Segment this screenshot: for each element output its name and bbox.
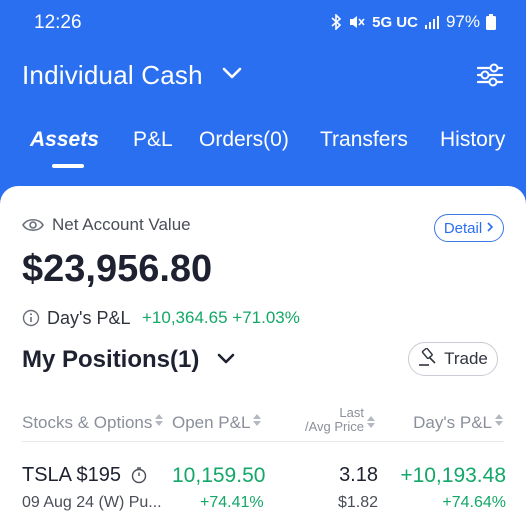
signal-icon <box>424 15 440 29</box>
clock-icon <box>130 466 148 489</box>
status-indicators: 5G UC 97% <box>330 12 496 32</box>
column-day-pl[interactable]: Day's P&L <box>413 412 504 433</box>
sort-icon[interactable] <box>366 414 376 435</box>
net-account-value: $23,956.80 <box>22 248 213 290</box>
position-day-pl-pct: +74.64% <box>442 494 506 511</box>
day-pl-percent: +71.03% <box>232 308 300 327</box>
status-time: 12:26 <box>34 12 82 33</box>
filter-settings-icon[interactable] <box>476 62 504 93</box>
account-selector[interactable]: Individual Cash <box>22 60 203 91</box>
tab-pl[interactable]: P&L <box>133 128 173 152</box>
account-tabs: Assets P&L Orders(0) Transfers History <box>0 124 526 168</box>
tab-assets[interactable]: Assets <box>30 128 99 152</box>
day-pl-label: Day's P&L <box>47 308 131 328</box>
column-day-pl-label: Day's P&L <box>413 412 492 432</box>
sort-icon <box>494 412 504 433</box>
trade-button[interactable]: Trade <box>408 342 498 376</box>
active-tab-indicator <box>52 164 84 168</box>
position-open-pl: 10,159.50 <box>172 464 266 487</box>
account-header: Individual Cash <box>0 50 526 102</box>
column-open-pl[interactable]: Open P&L <box>172 412 262 433</box>
chevron-down-icon[interactable] <box>217 352 235 370</box>
gavel-icon <box>418 347 438 371</box>
bluetooth-icon <box>330 14 342 30</box>
eye-icon[interactable] <box>22 217 44 238</box>
sort-icon <box>154 412 164 433</box>
column-last-avg[interactable]: Last /Avg Price <box>298 406 364 434</box>
column-avg-label: /Avg Price <box>304 419 364 434</box>
position-last-price: 3.18 <box>339 464 378 486</box>
column-last-label: Last <box>339 405 364 420</box>
detail-label: Detail <box>443 219 483 237</box>
assets-card: Net Account Value Detail $23,956.80 Day'… <box>0 186 526 526</box>
position-open-pl-pct: +74.41% <box>200 494 264 511</box>
position-day-pl: +10,193.48 <box>400 464 506 487</box>
tab-orders[interactable]: Orders(0) <box>199 128 289 152</box>
sort-icon <box>252 412 262 433</box>
info-icon[interactable] <box>22 309 40 332</box>
status-bar: 12:26 5G UC 97% <box>0 0 526 44</box>
day-pl-amount: +10,364.65 <box>142 308 228 327</box>
column-stocks-options[interactable]: Stocks & Options <box>22 412 164 433</box>
column-stocks-label: Stocks & Options <box>22 412 153 432</box>
chevron-down-icon[interactable] <box>222 66 242 85</box>
position-avg-price: $1.82 <box>337 494 378 511</box>
position-symbol[interactable]: TSLA $195 <box>22 464 121 487</box>
column-open-pl-label: Open P&L <box>172 412 251 432</box>
chevron-right-icon <box>486 220 494 237</box>
battery-percent: 97% <box>445 12 480 31</box>
position-subtitle: 09 Aug 24 (W) Pu... <box>22 494 162 511</box>
detail-button[interactable]: Detail <box>434 214 504 242</box>
divider <box>22 441 504 442</box>
positions-title[interactable]: My Positions(1) <box>22 346 199 374</box>
battery-icon <box>486 14 496 30</box>
mute-icon <box>348 14 366 30</box>
tab-transfers[interactable]: Transfers <box>320 128 408 152</box>
tab-history[interactable]: History <box>440 128 505 152</box>
day-pl-values: +10,364.65 +71.03% <box>142 308 300 328</box>
network-label: 5G UC <box>372 13 418 31</box>
net-account-value-label: Net Account Value <box>52 215 191 234</box>
trade-label: Trade <box>444 349 488 368</box>
